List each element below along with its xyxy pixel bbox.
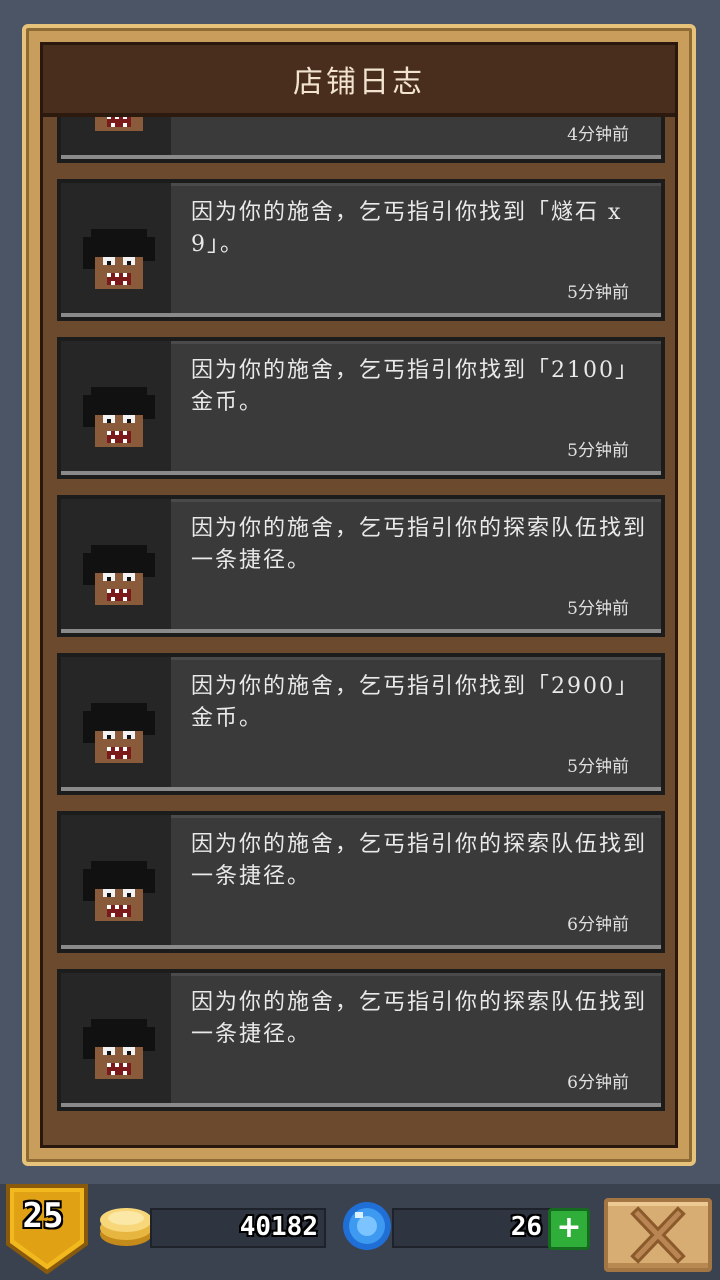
close-x-icon <box>630 1206 686 1264</box>
gem-value: 26 <box>510 1212 542 1242</box>
beggar-face-icon <box>95 117 143 131</box>
log-entry-text: 因为你的施舍，乞丐指引你的探索队伍找到一条捷径。 <box>191 516 648 573</box>
beggar-face-icon <box>83 387 155 447</box>
blue-gem-icon <box>343 1202 391 1250</box>
beggar-face-icon <box>83 1019 155 1079</box>
log-entry: 因为你的施舍，乞丐指引你找到「2900」金币。 5分钟前 <box>57 653 665 795</box>
beggar-face-icon <box>83 703 155 763</box>
log-entry-time: 4分钟前 <box>567 125 629 145</box>
log-entry-text: 因为你的施舍，乞丐指引你找到「2100」金币。 <box>191 358 639 415</box>
log-entry-text: 因为你的施舍，乞丐指引你找到「燧石 x 9」。 <box>191 200 623 257</box>
beggar-portrait <box>61 341 171 471</box>
beggar-portrait <box>61 815 171 945</box>
log-entry: 因为你的施舍，乞丐指引你的探索队伍找到一条捷径。 5分钟前 <box>57 495 665 637</box>
log-entry-time: 5分钟前 <box>567 599 629 619</box>
status-bar: 25 40182 26 + <box>0 1184 720 1280</box>
beggar-face-icon <box>83 229 155 289</box>
shop-log-panel: 店铺日志 因为你的施舍，乞丐什么都没有找到。4分钟前因为你的施舍，乞丐指引你找到… <box>22 24 696 1166</box>
gold-coin-icon <box>100 1208 152 1246</box>
log-entry-text: 因为你的施舍，乞丐指引你的探索队伍找到一条捷径。 <box>191 832 648 889</box>
beggar-face-icon <box>83 545 155 605</box>
beggar-portrait <box>61 973 171 1103</box>
gold-value: 40182 <box>239 1212 318 1242</box>
panel-header: 店铺日志 <box>43 45 675 117</box>
log-entry: 因为你的施舍，乞丐指引你找到「2100」金币。 5分钟前 <box>57 337 665 479</box>
log-entry: 因为你的施舍，乞丐指引你找到「燧石 x 9」。 5分钟前 <box>57 179 665 321</box>
panel-title: 店铺日志 <box>293 65 425 100</box>
beggar-portrait <box>61 657 171 787</box>
beggar-face-icon <box>83 861 155 921</box>
gold-counter: 40182 <box>150 1208 326 1248</box>
log-entry-time: 5分钟前 <box>567 757 629 777</box>
log-entry: 因为你的施舍，乞丐什么都没有找到。4分钟前 <box>57 117 665 163</box>
beggar-portrait <box>61 183 171 313</box>
log-entry-text: 因为你的施舍，乞丐指引你的探索队伍找到一条捷径。 <box>191 990 648 1047</box>
log-entry: 因为你的施舍，乞丐指引你的探索队伍找到一条捷径。 6分钟前 <box>57 811 665 953</box>
add-gems-button[interactable]: + <box>548 1208 590 1250</box>
log-entry-time: 5分钟前 <box>567 283 629 303</box>
log-entry-time: 5分钟前 <box>567 441 629 461</box>
beggar-portrait <box>61 499 171 629</box>
gem-counter: 26 <box>392 1208 552 1248</box>
log-list[interactable]: 因为你的施舍，乞丐什么都没有找到。4分钟前因为你的施舍，乞丐指引你找到「燧石 x… <box>43 117 675 1145</box>
player-level: 25 <box>22 1196 64 1236</box>
close-button[interactable] <box>604 1198 712 1272</box>
beggar-portrait <box>61 117 171 155</box>
log-entry-text: 因为你的施舍，乞丐指引你找到「2900」金币。 <box>191 674 639 731</box>
log-entry-time: 6分钟前 <box>567 1073 629 1093</box>
log-list-content: 因为你的施舍，乞丐什么都没有找到。4分钟前因为你的施舍，乞丐指引你找到「燧石 x… <box>57 117 665 1127</box>
log-entry: 因为你的施舍，乞丐指引你的探索队伍找到一条捷径。 6分钟前 <box>57 969 665 1111</box>
log-entry-time: 6分钟前 <box>567 915 629 935</box>
panel-inner: 店铺日志 因为你的施舍，乞丐什么都没有找到。4分钟前因为你的施舍，乞丐指引你找到… <box>40 42 678 1148</box>
